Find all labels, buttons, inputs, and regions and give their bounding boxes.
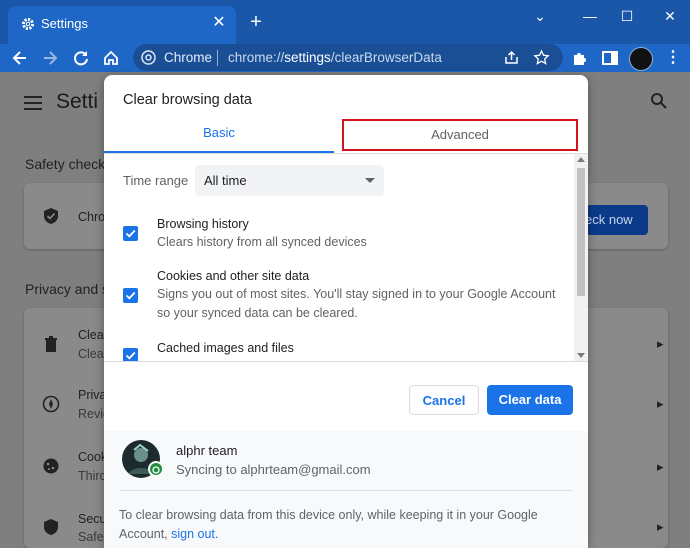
check-now-button[interactable]: eck now [585,205,648,235]
option-description: Clears history from all synced devices [157,235,367,249]
checkbox-cookies[interactable] [123,288,138,303]
chevron-right-icon: ▸ [657,459,664,474]
reload-icon[interactable] [71,48,91,68]
safety-check-text: Chro [78,210,106,224]
cookie-icon [42,457,60,475]
scroll-up-arrow-icon[interactable] [577,157,585,162]
hamburger-menu-icon[interactable] [24,96,42,110]
scrollbar[interactable] [574,154,588,361]
home-icon[interactable] [101,48,121,68]
account-name: alphr team [176,443,238,458]
safety-check-heading: Safety check [25,156,106,172]
tab-title: Settings [41,16,88,31]
side-panel-icon[interactable] [600,48,620,68]
tab-search-icon[interactable]: ⌄ [530,6,550,26]
chevron-right-icon: ▸ [657,336,664,351]
cancel-button[interactable]: Cancel [409,385,479,415]
footer-divider [120,490,572,491]
row-subtitle: Thirc [78,469,106,483]
close-window-button[interactable]: ✕ [660,6,680,26]
divider [104,361,588,362]
time-range-label: Time range [123,173,189,188]
profile-avatar[interactable] [629,47,653,71]
bookmark-star-icon[interactable] [533,49,550,66]
dropdown-arrow-icon [365,178,375,183]
omnibox-separator [217,50,218,66]
omnibox-site-chip: Chrome [164,50,213,65]
row-title: Cook [78,450,108,464]
checkbox-browsing-history[interactable] [123,226,138,241]
toolbar: Chrome chrome://settings/clearBrowserDat… [0,44,690,72]
dialog-title: Clear browsing data [123,92,252,108]
footer-text: To clear browsing data from this device … [119,508,538,541]
privacy-heading: Privacy and s [25,281,110,297]
trash-icon [42,335,60,353]
menu-kebab-icon[interactable]: ⋮ [663,48,683,68]
chevron-right-icon: ▸ [657,396,664,411]
clear-browsing-data-dialog: Clear browsing data Basic Advanced Time … [104,75,588,548]
shield-icon [42,207,60,225]
extensions-puzzle-icon[interactable] [570,48,590,68]
tab-basic[interactable]: Basic [104,121,334,153]
scrollbar-thumb[interactable] [577,168,585,296]
checkbox-cached-images[interactable] [123,348,138,361]
time-range-select[interactable]: All time [195,165,384,196]
shield-icon [42,518,60,536]
option-title: Cookies and other site data [157,269,310,283]
account-sync-status: Syncing to alphrteam@gmail.com [176,462,371,477]
row-subtitle: Safe [78,530,104,544]
omnibox[interactable]: Chrome chrome://settings/clearBrowserDat… [133,44,563,71]
privacy-guide-icon [42,395,60,413]
scroll-down-arrow-icon[interactable] [577,353,585,358]
tab-advanced[interactable]: Advanced [342,119,578,151]
row-title: Secu [78,512,107,526]
minimize-button[interactable]: — [580,6,600,26]
option-title: Cached images and files [157,341,294,355]
tab-strip: Settings ✕ + ⌄ — ☐ ✕ [0,0,690,44]
row-title: Priva [78,388,107,402]
search-icon[interactable] [650,92,668,110]
page-title: Setti [56,90,99,113]
forward-icon[interactable] [40,48,60,68]
sync-icon [148,461,164,477]
chrome-icon [141,50,156,65]
chevron-right-icon: ▸ [657,519,664,534]
gear-icon [20,16,36,32]
sign-out-link[interactable]: sign out. [171,527,218,541]
share-icon[interactable] [503,49,520,66]
close-icon[interactable]: ✕ [210,14,228,32]
dialog-footer: alphr team Syncing to alphrteam@gmail.co… [104,431,588,548]
option-description: Signs you out of most sites. You'll stay… [157,287,556,320]
tab-settings[interactable]: Settings ✕ [8,6,236,44]
option-title: Browsing history [157,217,249,231]
options-scroll-area[interactable]: Time range All time Browsing history Cle… [104,154,588,361]
maximize-button[interactable]: ☐ [617,6,637,26]
back-icon[interactable] [10,48,30,68]
omnibox-url[interactable]: chrome://settings/clearBrowserData [228,50,442,65]
time-range-value: All time [204,173,247,188]
clear-data-button[interactable]: Clear data [487,385,573,415]
new-tab-button[interactable]: + [246,12,266,32]
